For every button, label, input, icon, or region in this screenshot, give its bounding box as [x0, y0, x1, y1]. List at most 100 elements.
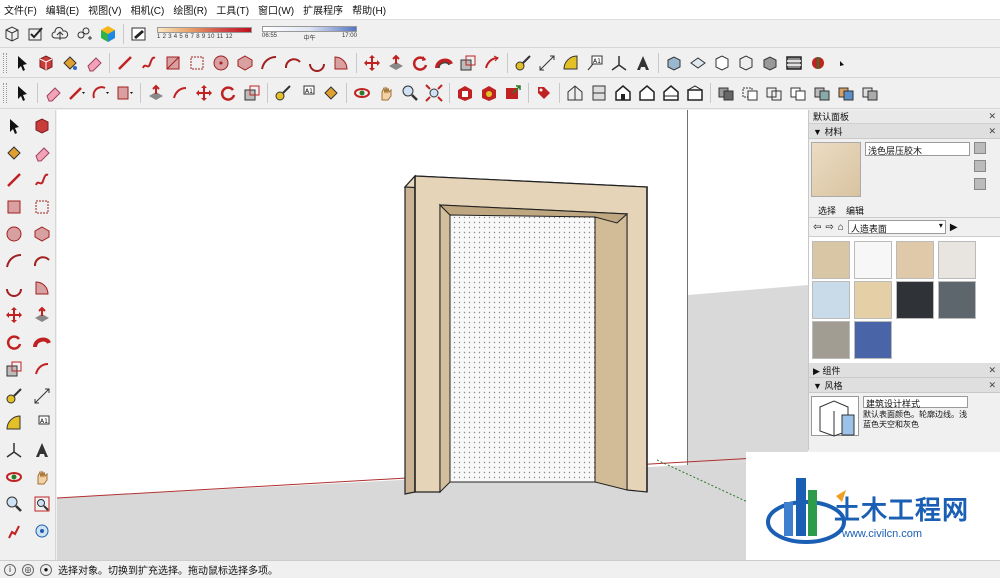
text-label-icon[interactable]: A1 [585, 53, 605, 73]
material-swatch[interactable] [938, 281, 976, 319]
eraser-icon[interactable] [32, 143, 52, 163]
pencil-line-icon[interactable] [4, 170, 24, 190]
collapse-triangle-icon[interactable]: ▼ [813, 127, 822, 137]
forward-arrow-icon[interactable]: ⇨ [825, 222, 833, 233]
iso-view-icon[interactable] [664, 53, 684, 73]
polygon-icon[interactable] [32, 224, 52, 244]
orbit-icon[interactable] [352, 83, 372, 103]
shadow-date-slider[interactable]: 1 2 3 4 5 6 7 8 9 10 11 12 [157, 27, 252, 40]
styles-header[interactable]: ▼ 风格 ✕ [809, 378, 1000, 393]
two-point-arc-icon[interactable] [32, 251, 52, 271]
rectangle-icon[interactable] [4, 197, 24, 217]
details-arrow-icon[interactable]: ▶ [950, 222, 958, 233]
paint-bucket-icon[interactable] [4, 143, 24, 163]
offset-icon[interactable] [32, 359, 52, 379]
extension-manager-icon[interactable] [534, 83, 554, 103]
scale-icon[interactable] [4, 359, 24, 379]
make-component-icon[interactable] [32, 116, 52, 136]
material-swatch[interactable] [896, 241, 934, 279]
material-swatch[interactable] [938, 241, 976, 279]
hidden-line-icon[interactable] [788, 83, 808, 103]
paint-bucket-icon[interactable] [321, 83, 341, 103]
pencil-dropdown-icon[interactable] [67, 83, 87, 103]
material-swatch[interactable] [854, 241, 892, 279]
display-secondary-icon[interactable] [974, 142, 986, 154]
collapse-triangle-icon[interactable]: ▼ [813, 381, 822, 391]
push-pull-icon[interactable] [386, 53, 406, 73]
paint-bucket-icon[interactable] [60, 53, 80, 73]
zoom-extents-icon[interactable] [424, 83, 444, 103]
pan-icon[interactable] [32, 467, 52, 487]
style-name-field[interactable]: 建筑设计样式 [863, 396, 968, 409]
material-swatch[interactable] [854, 281, 892, 319]
pan-icon[interactable] [376, 83, 396, 103]
back-house-icon[interactable] [661, 83, 681, 103]
link-add-icon[interactable] [74, 24, 94, 44]
right-view-icon[interactable] [736, 53, 756, 73]
3d-text-icon[interactable] [633, 53, 653, 73]
close-icon[interactable]: ✕ [988, 126, 996, 137]
zoom-icon[interactable] [400, 83, 420, 103]
menu-edit[interactable]: 编辑(E) [46, 2, 79, 17]
more-tools-icon[interactable] [832, 53, 852, 73]
circle-icon[interactable] [4, 224, 24, 244]
menu-view[interactable]: 视图(V) [88, 2, 121, 17]
close-icon[interactable]: ✕ [988, 111, 996, 122]
two-point-arc-icon[interactable] [283, 53, 303, 73]
orbit-icon[interactable] [4, 467, 24, 487]
top-house-icon[interactable] [589, 83, 609, 103]
components-header[interactable]: ▶ 组件 ✕ [809, 363, 1000, 378]
info-icon[interactable]: i [4, 563, 16, 576]
3d-text-icon[interactable] [32, 440, 52, 460]
three-point-arc-icon[interactable] [4, 278, 24, 298]
toolbar-grip[interactable] [3, 52, 7, 73]
default-paint-icon[interactable] [974, 178, 986, 190]
material-swatch[interactable] [854, 321, 892, 359]
select-arrow-icon[interactable] [4, 116, 24, 136]
follow-me-icon[interactable] [32, 332, 52, 352]
dimension-icon[interactable] [32, 386, 52, 406]
tape-measure-icon[interactable] [273, 83, 293, 103]
pie-icon[interactable] [32, 278, 52, 298]
close-icon[interactable]: ✕ [988, 365, 996, 376]
zoom-icon[interactable] [4, 494, 24, 514]
material-swatch[interactable] [812, 281, 850, 319]
follow-me-icon[interactable] [434, 53, 454, 73]
arc-icon[interactable] [4, 251, 24, 271]
zoom-window-icon[interactable] [32, 494, 52, 514]
eraser-icon[interactable] [84, 53, 104, 73]
material-swatch[interactable] [896, 281, 934, 319]
credits-icon[interactable]: ● [40, 563, 52, 576]
menu-tools[interactable]: 工具(T) [216, 2, 249, 17]
xray-style-icon[interactable] [784, 53, 804, 73]
front-house-icon[interactable] [613, 83, 633, 103]
geolocation-icon[interactable]: ◎ [22, 563, 34, 576]
pie-icon[interactable] [331, 53, 351, 73]
left-house-icon[interactable] [685, 83, 705, 103]
back-view-icon[interactable] [760, 53, 780, 73]
select-arrow-icon[interactable] [12, 83, 32, 103]
move-icon[interactable] [4, 305, 24, 325]
text-label-icon[interactable]: A1 [297, 83, 317, 103]
expand-triangle-icon[interactable]: ▶ [813, 366, 820, 376]
axes-icon[interactable] [4, 440, 24, 460]
model-info-icon[interactable] [2, 24, 22, 44]
tab-select[interactable]: 选择 [813, 204, 841, 217]
freehand-icon[interactable] [32, 170, 52, 190]
xray-face-icon[interactable] [716, 83, 736, 103]
move-icon[interactable] [362, 53, 382, 73]
rotate-icon[interactable] [4, 332, 24, 352]
shaded-icon[interactable] [812, 83, 832, 103]
menu-help[interactable]: 帮助(H) [352, 2, 386, 17]
polygon-icon[interactable] [235, 53, 255, 73]
look-around-icon[interactable] [32, 521, 52, 541]
door-frame-model[interactable] [403, 174, 649, 495]
tab-edit[interactable]: 编辑 [841, 204, 869, 217]
rectangle-dropdown-icon[interactable] [115, 83, 135, 103]
circle-icon[interactable] [211, 53, 231, 73]
arc-dropdown-icon[interactable] [91, 83, 111, 103]
freehand-icon[interactable] [139, 53, 159, 73]
materials-header[interactable]: ▼ 材料 ✕ [809, 124, 1000, 139]
style-thumbnail[interactable] [811, 396, 859, 437]
rotate-icon[interactable] [218, 83, 238, 103]
